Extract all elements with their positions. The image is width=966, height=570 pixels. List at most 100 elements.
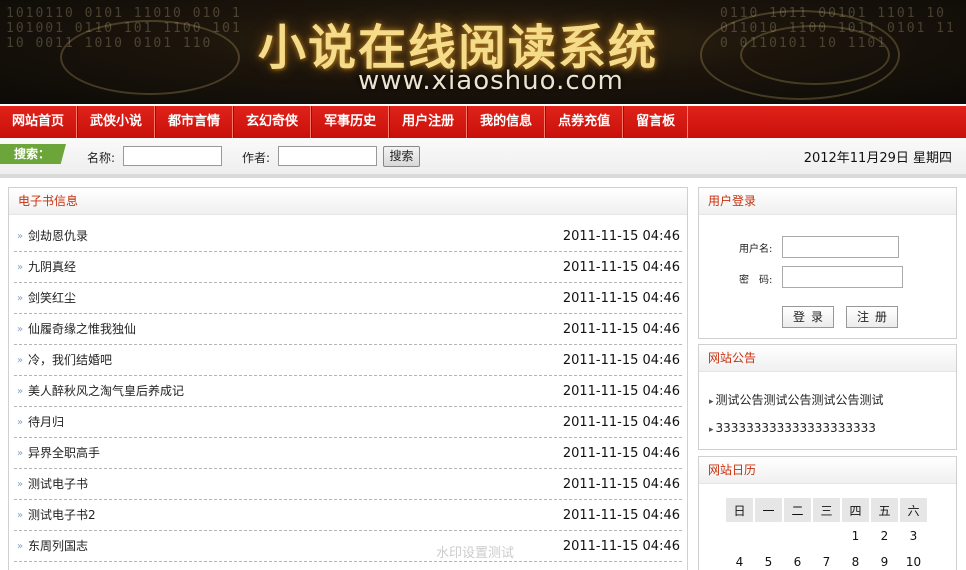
ebook-title[interactable]: 测试电子书 <box>28 469 88 500</box>
double-arrow-icon: » <box>17 417 24 428</box>
double-arrow-icon: » <box>17 355 24 366</box>
calendar-day[interactable]: 8 <box>842 550 869 570</box>
nav-romance[interactable]: 都市言情 <box>155 106 234 138</box>
bullet-icon: ▸ <box>709 425 714 435</box>
nav-register[interactable]: 用户注册 <box>389 106 468 138</box>
double-arrow-icon: » <box>17 448 24 459</box>
notice-panel: 网站公告 ▸ 测试公告测试公告测试公告测试 ▸ 333333333333333333… <box>698 344 957 450</box>
calendar-day[interactable]: 5 <box>755 550 782 570</box>
ebook-time: 2011-11-15 04:46 <box>562 539 680 554</box>
login-panel-title: 用户登录 <box>699 188 956 215</box>
ebook-title[interactable]: 待月归 <box>28 407 64 438</box>
calendar-day <box>784 524 811 548</box>
banner-swirl-decoration <box>60 20 240 95</box>
ebook-title[interactable]: 剑劫恩仇录 <box>28 221 88 252</box>
double-arrow-icon: » <box>17 293 24 304</box>
nav-home[interactable]: 网站首页 <box>0 106 78 138</box>
nav-fantasy[interactable]: 玄幻奇侠 <box>233 106 312 138</box>
notice-text[interactable]: 测试公告测试公告测试公告测试 <box>716 393 884 407</box>
search-button[interactable]: 搜索 <box>383 146 420 167</box>
search-name-input[interactable] <box>123 146 222 166</box>
ebook-title[interactable]: 异界全职高手 <box>28 438 100 469</box>
ebook-time: 2011-11-15 04:46 <box>562 353 680 368</box>
ebook-title[interactable]: 美人醉秋风之淘气皇后养成记 <box>28 376 184 407</box>
ebook-time: 2011-11-15 04:46 <box>562 477 680 492</box>
register-button[interactable]: 注册 <box>846 306 898 328</box>
list-item[interactable]: » 剑劫恩仇录 2011-11-15 04:46 <box>14 221 682 252</box>
nav-wuxia[interactable]: 武侠小说 <box>77 106 156 138</box>
nav-recharge[interactable]: 点券充值 <box>545 106 624 138</box>
list-item[interactable]: » 测试电子书 2011-11-15 04:46 <box>14 469 682 500</box>
calendar-day[interactable]: 6 <box>784 550 811 570</box>
current-date: 2012年11月29日 星期四 <box>803 151 952 166</box>
ebook-title[interactable]: 东周列国志 <box>28 531 88 562</box>
calendar-panel: 网站日历 日 一 二 三 四 五 六 1 2 3 4 5 6 7 8 9 10 <box>698 456 957 570</box>
list-item[interactable]: » 剑笑红尘 2011-11-15 04:46 <box>14 283 682 314</box>
weekday-header: 日 <box>726 498 753 522</box>
double-arrow-icon: » <box>17 262 24 273</box>
ebook-title[interactable]: 剑笑红尘 <box>28 283 76 314</box>
search-author-label: 作者: <box>242 151 271 165</box>
weekday-header: 二 <box>784 498 811 522</box>
ebook-time: 2011-11-15 04:46 <box>562 260 680 275</box>
ebook-title[interactable]: 冷，我们结婚吧 <box>28 345 112 376</box>
login-button[interactable]: 登录 <box>782 306 834 328</box>
ebook-list: » 剑劫恩仇录 2011-11-15 04:46 » 九阴真经 2011-11-15 0… <box>9 215 687 562</box>
double-arrow-icon: » <box>17 324 24 335</box>
ebook-title[interactable]: 九阴真经 <box>28 252 76 283</box>
list-item[interactable]: » 东周列国志 2011-11-15 04:46 <box>14 531 682 562</box>
ebook-time: 2011-11-15 04:46 <box>562 291 680 306</box>
username-field[interactable] <box>782 236 899 258</box>
list-item[interactable]: » 仙履奇缘之惟我独仙 2011-11-15 04:46 <box>14 314 682 345</box>
search-tag: 搜索： <box>0 144 66 164</box>
double-arrow-icon: » <box>17 510 24 521</box>
double-arrow-icon: » <box>17 231 24 242</box>
list-item[interactable]: » 冷，我们结婚吧 2011-11-15 04:46 <box>14 345 682 376</box>
calendar-day <box>726 524 753 548</box>
weekday-header: 五 <box>871 498 898 522</box>
calendar-day[interactable]: 4 <box>726 550 753 570</box>
nav-military-history[interactable]: 军事历史 <box>311 106 390 138</box>
search-name-label: 名称: <box>87 151 116 165</box>
list-item[interactable]: » 待月归 2011-11-15 04:46 <box>14 407 682 438</box>
ebook-time: 2011-11-15 04:46 <box>562 508 680 523</box>
watermark-text: 水印设置测试 <box>436 546 515 561</box>
double-arrow-icon: » <box>17 386 24 397</box>
ebook-title[interactable]: 仙履奇缘之惟我独仙 <box>28 314 136 345</box>
main-nav: 网站首页 武侠小说 都市言情 玄幻奇侠 军事历史 用户注册 我的信息 点券充值 … <box>0 106 966 138</box>
calendar-day[interactable]: 7 <box>813 550 840 570</box>
list-item[interactable]: » 九阴真经 2011-11-15 04:46 <box>14 252 682 283</box>
calendar-day[interactable]: 3 <box>900 524 927 548</box>
ebook-time: 2011-11-15 04:46 <box>562 229 680 244</box>
list-item[interactable]: » 异界全职高手 2011-11-15 04:46 <box>14 438 682 469</box>
ebook-time: 2011-11-15 04:46 <box>562 446 680 461</box>
calendar-day[interactable]: 2 <box>871 524 898 548</box>
ebook-panel-title: 电子书信息 <box>9 188 687 215</box>
list-item[interactable]: » 测试电子书2 2011-11-15 04:46 <box>14 500 682 531</box>
notice-text[interactable]: 333333333333333333333 <box>716 421 876 435</box>
weekday-header: 四 <box>842 498 869 522</box>
weekday-header: 三 <box>813 498 840 522</box>
search-author-input[interactable] <box>278 146 377 166</box>
notice-item[interactable]: ▸ 测试公告测试公告测试公告测试 <box>709 391 884 408</box>
nav-guestbook[interactable]: 留言板 <box>623 106 689 138</box>
calendar-day[interactable]: 9 <box>871 550 898 570</box>
banner-swirl-decoration <box>740 25 890 85</box>
double-arrow-icon: » <box>17 479 24 490</box>
calendar-day[interactable]: 1 <box>842 524 869 548</box>
notice-item[interactable]: ▸ 333333333333333333333 <box>709 421 876 435</box>
password-field[interactable] <box>782 266 903 288</box>
list-item[interactable]: » 美人醉秋风之淘气皇后养成记 2011-11-15 04:46 <box>14 376 682 407</box>
nav-my-info[interactable]: 我的信息 <box>467 106 546 138</box>
site-banner: 1010110 0101 11010 010 1101001 0110 101 … <box>0 0 966 104</box>
notice-panel-title: 网站公告 <box>699 345 956 372</box>
weekday-header: 六 <box>900 498 927 522</box>
calendar-day[interactable]: 10 <box>900 550 927 570</box>
weekday-header: 一 <box>755 498 782 522</box>
ebook-title[interactable]: 测试电子书2 <box>28 500 96 531</box>
ebook-time: 2011-11-15 04:46 <box>562 384 680 399</box>
ebook-time: 2011-11-15 04:46 <box>562 322 680 337</box>
calendar-table: 日 一 二 三 四 五 六 1 2 3 4 5 6 7 8 9 10 <box>724 496 929 570</box>
calendar-panel-title: 网站日历 <box>699 457 956 484</box>
login-panel: 用户登录 用户名: 密 码: 登录 注册 <box>698 187 957 339</box>
